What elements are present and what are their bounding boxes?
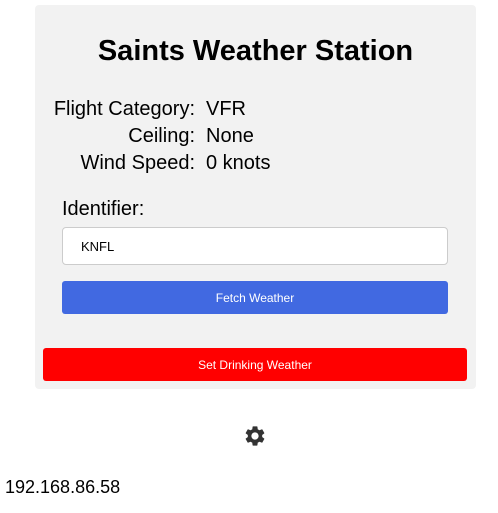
- flight-category-value: VFR: [206, 98, 246, 120]
- fetch-weather-button[interactable]: Fetch Weather: [62, 281, 448, 314]
- wind-speed-label: Wind Speed:: [80, 152, 195, 174]
- weather-card: Saints Weather Station Flight Category: …: [35, 5, 476, 389]
- gear-icon[interactable]: [243, 424, 267, 448]
- ip-address: 192.168.86.58: [5, 477, 121, 497]
- set-drinking-weather-button[interactable]: Set Drinking Weather: [43, 348, 467, 381]
- ceiling-value: None: [206, 125, 254, 147]
- flight-category-label: Flight Category:: [53, 98, 195, 120]
- page-title: Saints Weather Station: [97, 35, 414, 67]
- identifier-label: Identifier:: [62, 198, 145, 220]
- identifier-input[interactable]: [62, 227, 448, 265]
- wind-speed-value: 0 knots: [206, 152, 271, 174]
- ceiling-label: Ceiling:: [128, 125, 195, 147]
